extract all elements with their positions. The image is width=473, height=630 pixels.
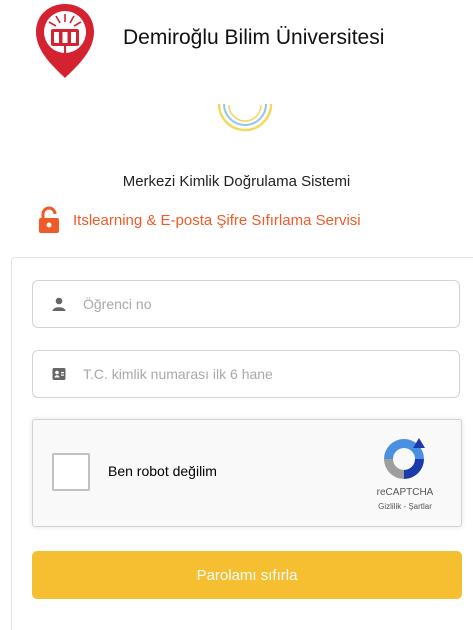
privacy-link[interactable]: Gizlilik [378,502,401,511]
recaptcha-checkbox[interactable] [52,453,90,491]
recaptcha-label: Ben robot değilim [108,463,217,479]
service-title-row: Itslearning & E-posta Şifre Sıfırlama Se… [38,205,361,235]
recaptcha-widget: Ben robot değilim reCAPTCHA Gizlilik - Ş… [32,419,462,527]
id-card-icon [52,368,66,380]
recaptcha-links: Gizlilik - Şartlar [363,502,447,511]
system-title: Merkezi Kimlik Doğrulama Sistemi [122,173,351,190]
user-icon [52,297,66,311]
loading-spinner-icon [217,103,273,132]
service-title: Itslearning & E-posta Şifre Sıfırlama Se… [73,211,361,229]
student-number-field[interactable] [32,280,460,328]
university-name: Demiroğlu Bilim Üniversitesi [123,26,385,49]
recaptcha-brand: reCAPTCHA [376,487,434,498]
lock-open-icon [39,206,59,233]
header: Demiroğlu Bilim Üniversitesi [0,0,473,84]
tc-id-input[interactable] [83,366,443,382]
tc-id-field[interactable] [32,350,460,398]
reset-password-button[interactable]: Parolamı sıfırla [32,551,462,599]
student-number-input[interactable] [83,296,443,312]
university-seal-icon[interactable] [34,2,96,80]
terms-link[interactable]: Şartlar [408,502,432,511]
recaptcha-logo-icon [384,438,425,479]
